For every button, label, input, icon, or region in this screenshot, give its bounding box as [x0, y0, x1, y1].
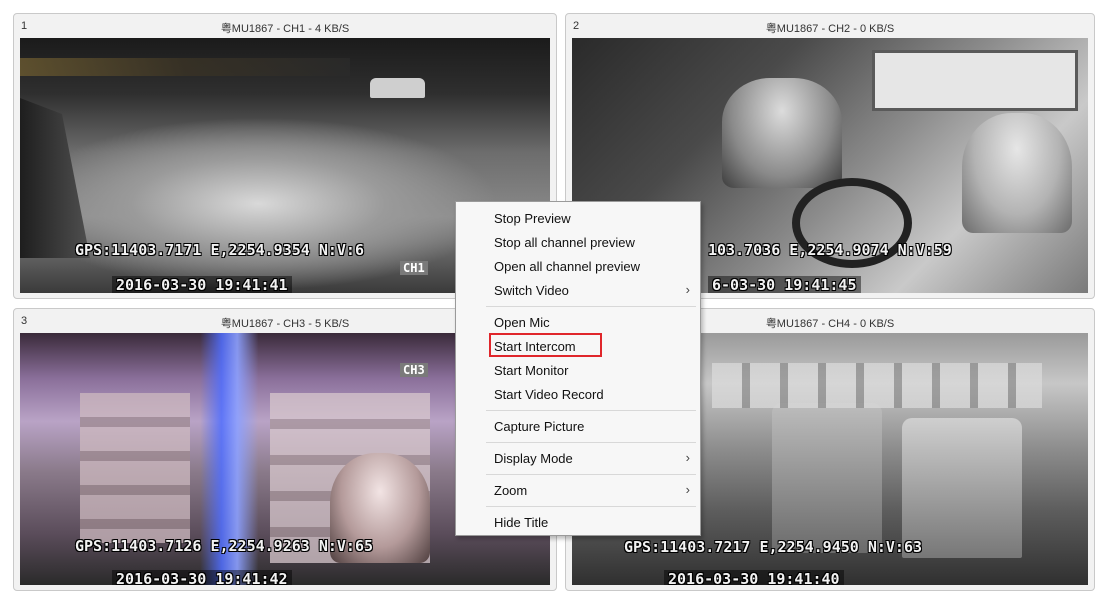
panel-header: 1 粤MU1867 - CH1 - 4 KB/S — [14, 14, 556, 38]
submenu-arrow-icon: › — [685, 482, 690, 497]
menu-item-zoom[interactable]: Zoom › — [456, 479, 700, 501]
menu-item-label: Start Video Record — [494, 387, 604, 402]
menu-item-label: Stop Preview — [494, 211, 571, 226]
timestamp-overlay: 2016-03-30 19:41:40 — [664, 570, 844, 585]
menu-separator — [486, 506, 696, 507]
menu-separator — [486, 410, 696, 411]
gps-overlay: GPS:11403.7171 E,2254.9354 N:V:6 — [75, 241, 364, 259]
menu-item-stop-all-channel-preview[interactable]: Stop all channel preview — [456, 231, 700, 253]
seat-back-right — [902, 418, 1022, 558]
channel-overlay: CH1 — [400, 261, 428, 275]
menu-item-label: Zoom — [494, 483, 528, 498]
menu-separator — [486, 474, 696, 475]
menu-item-label: Hide Title — [494, 515, 549, 530]
submenu-arrow-icon: › — [685, 450, 690, 465]
menu-item-display-mode[interactable]: Display Mode › — [456, 447, 700, 469]
menu-item-label: Display Mode — [494, 451, 573, 466]
panel-header: 2 粤MU1867 - CH2 - 0 KB/S — [566, 14, 1094, 38]
timestamp-overlay: 2016-03-30 19:41:42 — [112, 570, 292, 585]
panel-title: 粤MU1867 - CH2 - 0 KB/S — [765, 23, 895, 35]
submenu-arrow-icon: › — [685, 282, 690, 297]
context-menu: Stop Preview Stop all channel preview Op… — [455, 201, 701, 536]
passenger-figure — [962, 113, 1072, 233]
menu-item-open-mic[interactable]: Open Mic — [456, 311, 700, 333]
menu-item-open-all-channel-preview[interactable]: Open all channel preview — [456, 255, 700, 277]
gps-overlay: GPS:11403.7126 E,2254.9263 N:V:65 — [75, 537, 374, 555]
car-image — [370, 78, 425, 98]
menu-item-hide-title[interactable]: Hide Title — [456, 511, 700, 533]
menu-item-switch-video[interactable]: Switch Video › — [456, 279, 700, 301]
menu-item-stop-preview[interactable]: Stop Preview — [456, 207, 700, 229]
menu-separator — [486, 442, 696, 443]
seat-back-left — [772, 403, 882, 553]
channel-overlay: CH3 — [400, 363, 428, 377]
timestamp-overlay: 6-03-30 19:41:45 — [708, 276, 861, 293]
gps-overlay: GPS:11403.7217 E,2254.9450 N:V:63 — [624, 538, 923, 556]
menu-item-label: Capture Picture — [494, 419, 585, 434]
menu-separator — [486, 306, 696, 307]
timestamp-overlay: 2016-03-30 19:41:41 — [112, 276, 292, 293]
driver-figure — [722, 78, 842, 188]
windshield-pillar — [20, 98, 90, 258]
window-image — [872, 50, 1078, 111]
intercom-highlight-box — [489, 333, 602, 357]
menu-item-label: Stop all channel preview — [494, 235, 635, 250]
street-lights — [20, 58, 350, 76]
seat-rows-far — [712, 363, 1042, 408]
menu-item-label: Open all channel preview — [494, 259, 640, 274]
menu-item-start-monitor[interactable]: Start Monitor — [456, 359, 700, 381]
seat-row-left — [80, 393, 190, 543]
gps-overlay: 103.7036 E,2254.9074 N:V:59 — [708, 241, 952, 259]
menu-item-label: Open Mic — [494, 315, 550, 330]
menu-item-label: Switch Video — [494, 283, 569, 298]
menu-item-start-video-record[interactable]: Start Video Record — [456, 383, 700, 405]
menu-item-label: Start Monitor — [494, 363, 569, 378]
panel-title: 粤MU1867 - CH1 - 4 KB/S — [220, 23, 350, 35]
menu-item-capture-picture[interactable]: Capture Picture — [456, 415, 700, 437]
